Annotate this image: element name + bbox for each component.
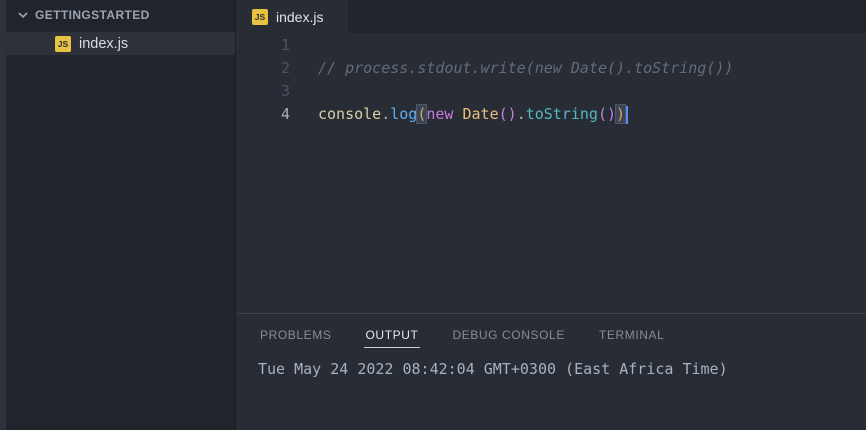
tab-indexjs[interactable]: JS index.js [237,0,348,33]
code-token: ( [499,105,508,123]
code-token: . [381,105,390,123]
line-number: 2 [237,57,290,80]
panel-tab-problems[interactable]: PROBLEMS [258,328,334,348]
cursor-caret [626,106,628,124]
line-number: 3 [237,80,290,103]
code-editor[interactable]: 12 // process.stdout.write(new Date().toS… [237,33,866,126]
code-line[interactable]: 3 [237,80,866,103]
code-token: Date [463,105,499,123]
js-file-icon: JS [252,9,268,25]
code-token: ) [607,105,616,123]
file-item-indexjs[interactable]: JS index.js [6,32,235,55]
tab-label: index.js [276,9,323,25]
code-token: new [426,105,453,123]
line-number: 1 [237,34,290,57]
chevron-down-icon [17,9,29,21]
code-token: toString [526,105,598,123]
editor-area: JS index.js 12 // process.stdout.write(ne… [237,0,866,313]
output-line: Tue May 24 2022 08:42:04 GMT+0300 (East … [258,360,866,378]
explorer-section-label: GETTINGSTARTED [35,8,150,22]
code-token: // process.stdout.write(new Date().toStr… [318,59,733,77]
code-token: log [390,105,417,123]
line-content [290,80,318,103]
code-line[interactable]: 2 // process.stdout.write(new Date().toSt… [237,57,866,80]
panel-tab-debug-console[interactable]: DEBUG CONSOLE [450,328,567,348]
code-token: ) [508,105,517,123]
file-label: index.js [79,36,128,52]
line-content: console.log(new Date().toString()) [290,103,628,126]
line-number: 4 [237,103,290,126]
code-token: console [318,105,381,123]
panel-tab-terminal[interactable]: TERMINAL [597,328,666,348]
code-token [453,105,462,123]
line-content: // process.stdout.write(new Date().toStr… [290,57,733,80]
explorer-section-header[interactable]: GETTINGSTARTED [6,0,235,26]
code-token: ) [616,105,625,123]
js-file-icon: JS [55,36,71,52]
editor-tab-bar: JS index.js [237,0,866,33]
code-token: ( [598,105,607,123]
code-token: . [517,105,526,123]
code-line[interactable]: 1 [237,34,866,57]
code-line[interactable]: 4console.log(new Date().toString()) [237,103,866,126]
line-content [290,34,318,57]
explorer-sidebar: GETTINGSTARTED JS index.js [6,0,236,430]
panel-tab-bar: PROBLEMS OUTPUT DEBUG CONSOLE TERMINAL [237,314,866,348]
vscode-window: GETTINGSTARTED JS index.js JS index.js 1… [0,0,866,430]
bottom-panel: PROBLEMS OUTPUT DEBUG CONSOLE TERMINAL Tue … [237,313,866,430]
panel-tab-output[interactable]: OUTPUT [364,328,421,348]
